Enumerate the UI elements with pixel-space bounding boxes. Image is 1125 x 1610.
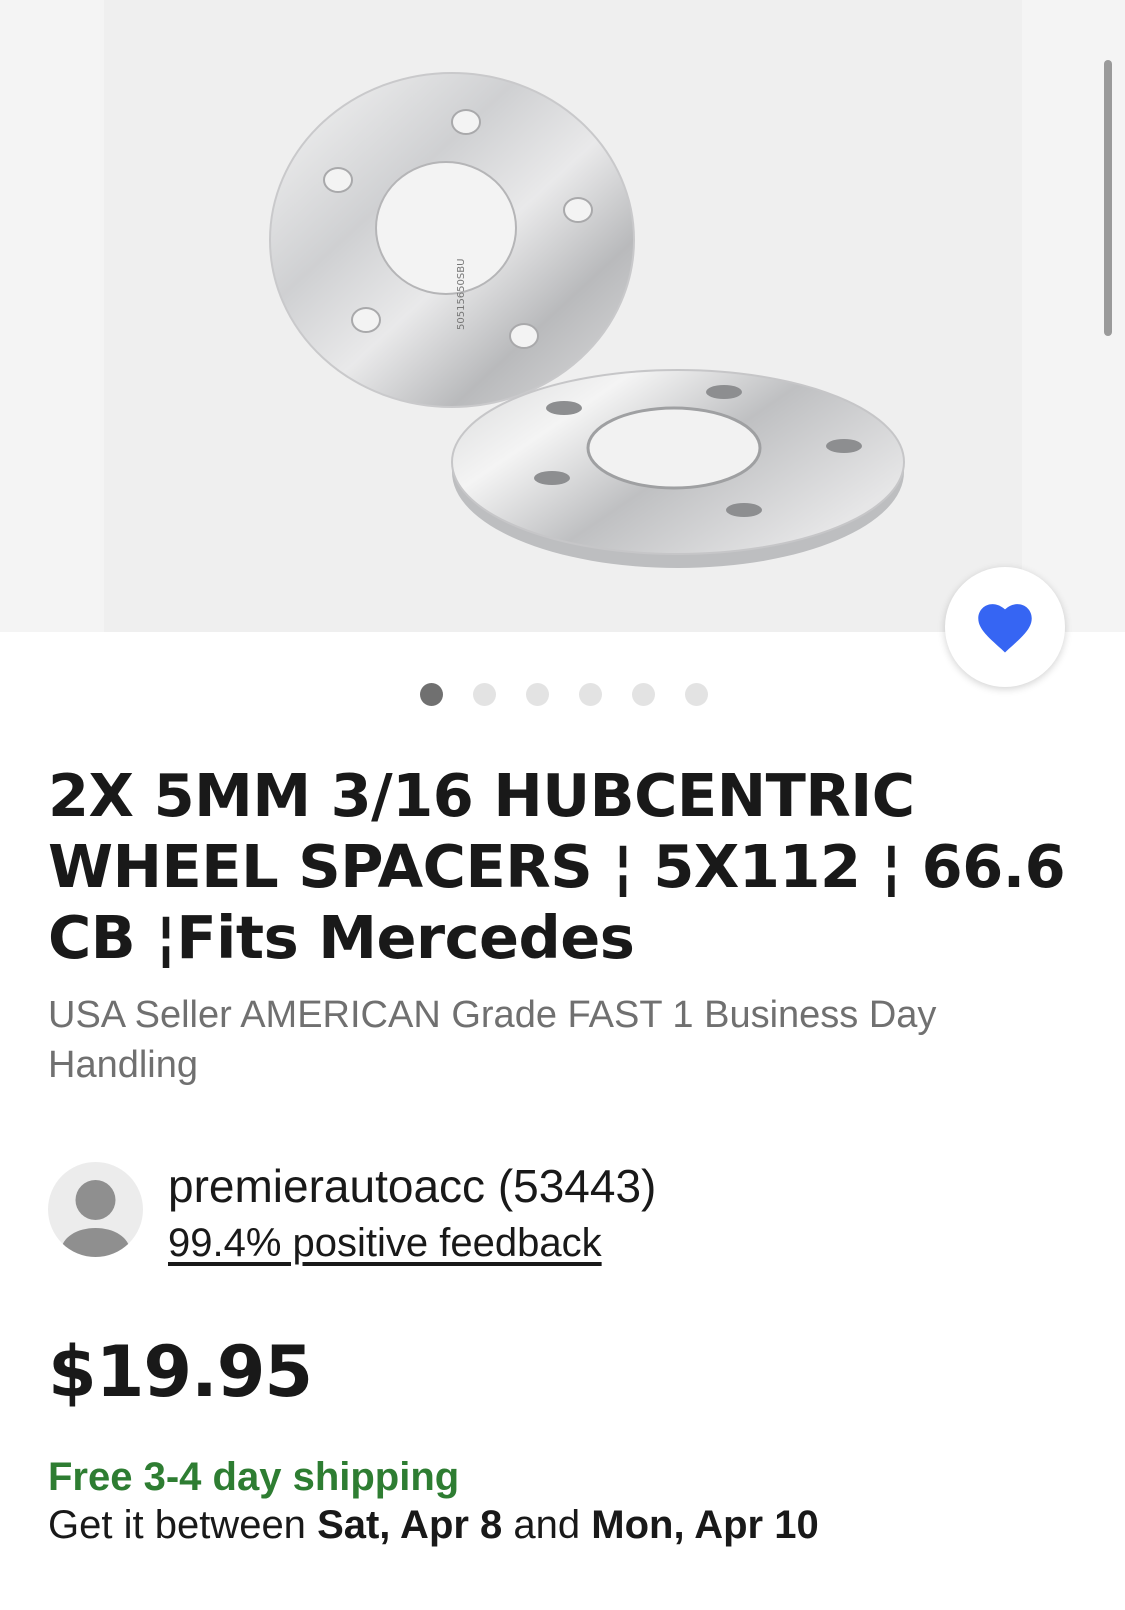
gallery-scrollbar[interactable] bbox=[1104, 60, 1112, 336]
delivery-prefix: Get it between bbox=[48, 1503, 306, 1547]
delivery-and: and bbox=[513, 1503, 581, 1547]
pagination-dot[interactable] bbox=[420, 683, 443, 706]
pagination-dot[interactable] bbox=[473, 683, 496, 706]
listing-title: 2X 5MM 3/16 HUBCENTRIC WHEEL SPACERS ¦ 5… bbox=[48, 761, 1066, 972]
delivery-start-date: Sat, Apr 8 bbox=[317, 1503, 503, 1547]
delivery-estimate: Get it between Sat, Apr 8 and Mon, Apr 1… bbox=[48, 1500, 819, 1550]
person-icon bbox=[61, 1180, 130, 1257]
spacer-marking: 50515650SBU bbox=[456, 259, 467, 330]
delivery-end-date: Mon, Apr 10 bbox=[591, 1503, 819, 1547]
seller-avatar[interactable] bbox=[48, 1162, 143, 1257]
pagination-dot[interactable] bbox=[579, 683, 602, 706]
heart-icon bbox=[978, 604, 1032, 653]
image-gallery[interactable]: 50515650SBU bbox=[0, 0, 1125, 632]
item-price: $19.95 bbox=[48, 1331, 313, 1413]
watchlist-button[interactable] bbox=[945, 567, 1065, 687]
seller-feedback-link[interactable]: 99.4% positive feedback bbox=[168, 1218, 602, 1268]
pagination-dot[interactable] bbox=[632, 683, 655, 706]
seller-name[interactable]: premierautoacc (53443) bbox=[168, 1158, 656, 1214]
wheel-spacers-illustration: 50515650SBU bbox=[269, 72, 905, 568]
shipping-headline: Free 3-4 day shipping bbox=[48, 1455, 460, 1499]
image-pagination bbox=[420, 683, 708, 706]
listing-subtitle: USA Seller AMERICAN Grade FAST 1 Busines… bbox=[48, 994, 937, 1086]
pagination-dot[interactable] bbox=[526, 683, 549, 706]
product-image[interactable]: 50515650SBU bbox=[104, 0, 1022, 632]
pagination-dot[interactable] bbox=[685, 683, 708, 706]
